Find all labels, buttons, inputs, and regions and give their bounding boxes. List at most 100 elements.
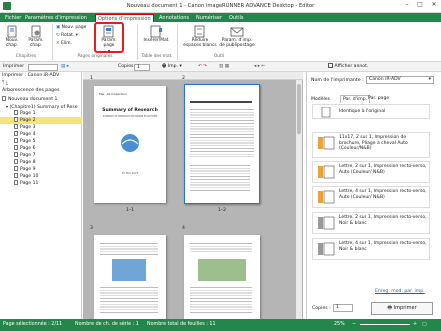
insert-tab-button[interactable]: Insérer/Mat: [141, 25, 171, 43]
tree-page-label: Page 5: [20, 139, 36, 144]
new-page-button[interactable]: ▣ Nouv. page: [56, 25, 86, 31]
page-tree: Nouveau document 1 ▾ (Chapitre1) Summary…: [0, 96, 82, 187]
menu-file[interactable]: Fichier: [3, 14, 23, 22]
tree-page-7[interactable]: Page 7: [0, 152, 82, 159]
duplex-color-icon: [318, 190, 335, 204]
tree-page-3[interactable]: Page 3: [0, 124, 82, 131]
template-label: Lettre, 4 sur 1, Impression recto-verso,…: [339, 189, 427, 200]
reduce-blank-button[interactable]: Réduire espaces blancs: [183, 25, 217, 48]
page-thumbnail-2-selected[interactable]: [184, 84, 260, 204]
tree-chapter[interactable]: ▾ (Chapitre1) Summary of Rese: [0, 103, 82, 110]
booklet-icon: [318, 136, 335, 150]
delete-button[interactable]: ✕ Elim.: [56, 41, 72, 47]
chapter-number: 2: [182, 76, 185, 81]
print-button[interactable]: 🖶 Imprimer: [371, 302, 433, 315]
status-chapter-count: Nombre de ch. de série : 1: [75, 322, 139, 327]
copies-input[interactable]: 1: [134, 63, 150, 71]
tree-page-label: Page 8: [20, 160, 36, 165]
new-chapter-button[interactable]: Nouv. chap.: [3, 25, 21, 48]
tree-page-label: Page 1: [20, 111, 36, 116]
template-item-booklet[interactable]: 11x17, 2 sur 1, Impression de brochure, …: [312, 132, 430, 158]
new-page-label: Nouv. page: [61, 25, 87, 30]
tree-page-5[interactable]: Page 5: [0, 138, 82, 145]
menu-annotations[interactable]: Annotations: [157, 14, 191, 22]
tree-toolbar-icons[interactable]: ⤒ ⤓: [2, 80, 8, 86]
print-dropdown[interactable]: [28, 63, 58, 71]
copies-panel-input[interactable]: 1: [333, 304, 353, 312]
tree-page-10[interactable]: Page 10: [0, 173, 82, 180]
menu-page-options[interactable]: Options d'impression: [95, 14, 154, 22]
thumb-title-text: Summary of Research: [102, 108, 158, 113]
tab-page-settings[interactable]: Par. page: [368, 96, 389, 101]
group-tool-label: Outil: [213, 54, 225, 59]
reduce-blank-icon: [194, 25, 205, 38]
template-item-letter-2up-color[interactable]: Lettre, 2 sur 1, Impression recto-verso,…: [312, 161, 430, 183]
thumb-photo: [112, 259, 146, 281]
page-thumbnail-1[interactable]: Mar, All Inspection Summary of Research …: [94, 86, 166, 203]
page-settings-button[interactable]: Param. page ▾: [94, 22, 124, 53]
duplex-bw-icon: [318, 242, 335, 256]
zoom-out-icon[interactable]: −: [352, 322, 356, 327]
copies-panel-label: Copies :: [312, 306, 331, 311]
template-label: Lettre, 2 sur 1, Impression recto-verso,…: [339, 215, 427, 226]
window-title: Nouveau document 1 - Canon imageRUNNER A…: [126, 3, 315, 9]
page-thumbnail-3[interactable]: [94, 235, 166, 319]
printer-icon: 🖶: [387, 305, 393, 311]
tree-page-label: Page 10: [20, 174, 39, 179]
chapter-number: 4: [182, 226, 185, 231]
printer-name-value: Canon iR-ADV: [369, 77, 401, 82]
tree-page-1[interactable]: Page 1: [0, 110, 82, 117]
view-toggle-icons[interactable]: ▥ ▦: [219, 63, 229, 71]
chapter-settings-icon: [31, 25, 41, 38]
document-icon: [321, 107, 331, 118]
tree-root[interactable]: Nouveau document 1: [0, 96, 82, 103]
zoom-slider[interactable]: [360, 324, 410, 325]
page-thumbnail-4[interactable]: [184, 235, 260, 319]
thumb-header-text: Mar, All Inspection: [99, 92, 127, 96]
show-annotations-label: Afficher annot.: [334, 64, 369, 69]
template-item-letter-4up-color[interactable]: Lettre, 4 sur 1, Impression recto-verso,…: [312, 186, 430, 208]
menu-bar: Fichier Paramètres d'impression Options …: [0, 13, 441, 22]
ribbon-separator: [137, 24, 138, 60]
close-button[interactable]: ✕: [429, 1, 439, 8]
thumb-paragraphs: [190, 285, 252, 315]
menu-tools[interactable]: Outils: [227, 14, 245, 22]
tree-page-6[interactable]: Page 6: [0, 145, 82, 152]
menu-scan[interactable]: Numériser: [194, 14, 224, 22]
preview-scrollbar[interactable]: [296, 80, 302, 319]
navigation-icons[interactable]: ◂ ▸ ⇤: [254, 63, 265, 71]
minimize-button[interactable]: –: [402, 1, 412, 8]
preview-toolbar: [83, 72, 303, 80]
menu-print-settings[interactable]: Paramètres d'impression: [23, 14, 89, 22]
chapter-number: 3: [90, 226, 93, 231]
print-small-button[interactable]: 🖶 Imp. ▾: [162, 63, 182, 71]
chapter-settings-button[interactable]: Param. chap.: [26, 25, 46, 48]
print-quick-icon[interactable]: ▤ ▸: [61, 63, 69, 71]
tree-page-2-selected[interactable]: Page 2: [0, 117, 82, 124]
template-label: 11x17, 2 sur 1, Impression de brochure, …: [339, 135, 408, 152]
maximize-button[interactable]: □: [415, 1, 425, 8]
rotate-button[interactable]: ↻ Rotat. ▾: [56, 33, 78, 39]
status-bar: Page sélectionnée : 2/11 Nombre de ch. d…: [0, 319, 441, 331]
template-item-same-as-original[interactable]: Identique à l'original: [312, 104, 430, 119]
tree-page-11[interactable]: Page 11: [0, 180, 82, 187]
thumb-paragraphs: [100, 241, 158, 255]
mail-merge-print-settings-button[interactable]: Param. d'imp. de publipostage: [219, 25, 255, 48]
template-item-letter-2up-bw[interactable]: Lettre, 2 sur 1, Impression recto-verso,…: [312, 212, 430, 234]
template-label: Identique à l'original: [339, 109, 386, 114]
printer-name-label: Nom de l'imprimante :: [311, 78, 364, 83]
tree-page-8[interactable]: Page 8: [0, 159, 82, 166]
tree-page-9[interactable]: Page 9: [0, 166, 82, 173]
group-chapters-label: Chapitres: [15, 54, 37, 59]
show-annotations-checkbox[interactable]: Afficher annot.: [328, 63, 368, 71]
tab-print-settings[interactable]: Par. d'imp.: [340, 95, 371, 103]
template-item-letter-4up-bw[interactable]: Lettre, 4 sur 1, Impression recto-verso,…: [312, 238, 430, 260]
printer-name-select[interactable]: Canon iR-ADV ▾: [366, 76, 434, 84]
tree-page-4[interactable]: Page 4: [0, 131, 82, 138]
undo-redo-icons[interactable]: ↶ ↷: [198, 63, 207, 71]
save-print-template-link[interactable]: Enreg. mod. par. imp.: [375, 289, 425, 294]
zoom-in-icon[interactable]: +: [413, 322, 417, 327]
new-chapter-icon: [7, 25, 17, 38]
fit-page-icon[interactable]: ▢: [422, 322, 427, 327]
group-tab-table-label: Table des mat.: [141, 54, 173, 59]
